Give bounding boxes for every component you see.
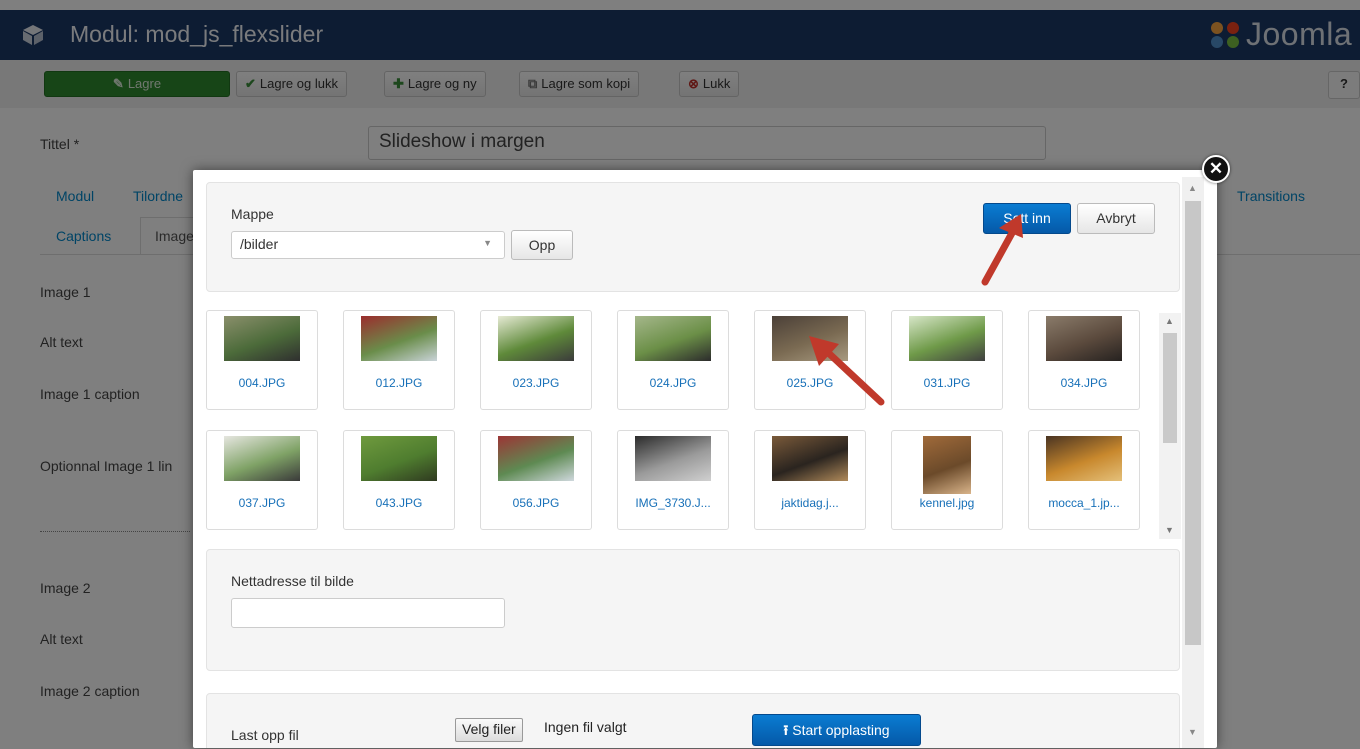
thumbnail-image: [635, 436, 711, 481]
image-thumbnail[interactable]: 012.JPG: [343, 310, 455, 410]
no-file-text: Ingen fil valgt: [544, 719, 627, 735]
thumbnail-image: [772, 436, 848, 481]
image-thumbnail[interactable]: 031.JPG: [891, 310, 1003, 410]
thumbnail-filename: 037.JPG: [238, 496, 286, 510]
image-thumbnail[interactable]: 037.JPG: [206, 430, 318, 530]
modal-scroll-thumb[interactable]: [1185, 201, 1201, 645]
thumbnail-filename: 034.JPG: [1060, 376, 1108, 390]
thumbnail-image: [361, 316, 437, 361]
media-manager-modal: Mappe /bilder ▼ Opp Sett inn Avbryt 004.…: [193, 170, 1217, 748]
thumbnail-filename: 031.JPG: [923, 376, 971, 390]
thumbnail-image: [498, 316, 574, 361]
scroll-down-icon[interactable]: ▼: [1188, 727, 1197, 737]
image-thumbnail[interactable]: kennel.jpg: [891, 430, 1003, 530]
grid-scrollbar[interactable]: ▲ ▼: [1159, 313, 1181, 539]
thumbnail-image: [224, 316, 300, 361]
thumbnail-filename: 023.JPG: [512, 376, 560, 390]
image-url-input[interactable]: [231, 598, 505, 628]
modal-scrollbar[interactable]: ▲ ▼: [1182, 177, 1204, 748]
image-thumbnail[interactable]: 043.JPG: [343, 430, 455, 530]
up-folder-button[interactable]: Opp: [511, 230, 573, 260]
upload-label: Last opp fil: [231, 727, 299, 743]
thumbnail-filename: IMG_3730.J...: [635, 496, 711, 510]
image-thumbnail[interactable]: 004.JPG: [206, 310, 318, 410]
url-label: Nettadresse til bilde: [231, 573, 354, 589]
image-thumbnail[interactable]: jaktidag.j...: [754, 430, 866, 530]
thumbnail-image: [224, 436, 300, 481]
thumbnail-image: [1046, 316, 1122, 361]
image-grid: 004.JPG 012.JPG 023.JPG 024.JPG 025.JPG 031.J…: [206, 310, 1146, 542]
thumbnail-filename: 024.JPG: [649, 376, 697, 390]
thumbnail-image: [909, 316, 985, 361]
scroll-up-icon[interactable]: ▲: [1188, 183, 1197, 193]
thumbnail-image: [1046, 436, 1122, 481]
image-thumbnail[interactable]: mocca_1.jp...: [1028, 430, 1140, 530]
thumbnail-image: [923, 436, 971, 494]
annotation-arrow-thumb-icon: [809, 336, 885, 406]
upload-icon: ⭱: [783, 722, 789, 738]
start-upload-button[interactable]: ⭱ Start opplasting: [752, 714, 921, 746]
thumbnail-filename: 012.JPG: [375, 376, 423, 390]
image-thumbnail[interactable]: 023.JPG: [480, 310, 592, 410]
image-thumbnail[interactable]: 024.JPG: [617, 310, 729, 410]
choose-files-button[interactable]: Velg filer: [455, 718, 523, 742]
thumbnail-image: [635, 316, 711, 361]
scroll-down-icon[interactable]: ▼: [1165, 525, 1174, 535]
folder-select[interactable]: /bilder ▼: [231, 231, 505, 259]
image-thumbnail[interactable]: IMG_3730.J...: [617, 430, 729, 530]
upload-panel: Last opp fil Velg filer Ingen fil valgt …: [206, 693, 1180, 748]
folder-label: Mappe: [231, 206, 274, 222]
thumbnail-image: [361, 436, 437, 481]
chevron-down-icon: ▼: [483, 238, 492, 248]
thumbnail-filename: 056.JPG: [512, 496, 560, 510]
scroll-up-icon[interactable]: ▲: [1165, 316, 1174, 326]
thumbnail-filename: 043.JPG: [375, 496, 423, 510]
thumbnail-filename: 004.JPG: [238, 376, 286, 390]
grid-scroll-thumb[interactable]: [1163, 333, 1177, 443]
folder-panel: Mappe /bilder ▼ Opp Sett inn Avbryt: [206, 182, 1180, 292]
annotation-arrow-insert-icon: [981, 214, 1023, 286]
url-panel: Nettadresse til bilde: [206, 549, 1180, 671]
image-thumbnail[interactable]: 056.JPG: [480, 430, 592, 530]
thumbnail-filename: jaktidag.j...: [781, 496, 839, 510]
image-thumbnail[interactable]: 034.JPG: [1028, 310, 1140, 410]
cancel-button[interactable]: Avbryt: [1077, 203, 1155, 234]
thumbnail-filename: kennel.jpg: [919, 496, 975, 510]
modal-close-icon[interactable]: ✕: [1202, 155, 1230, 183]
thumbnail-image: [498, 436, 574, 481]
thumbnail-filename: mocca_1.jp...: [1048, 496, 1120, 510]
